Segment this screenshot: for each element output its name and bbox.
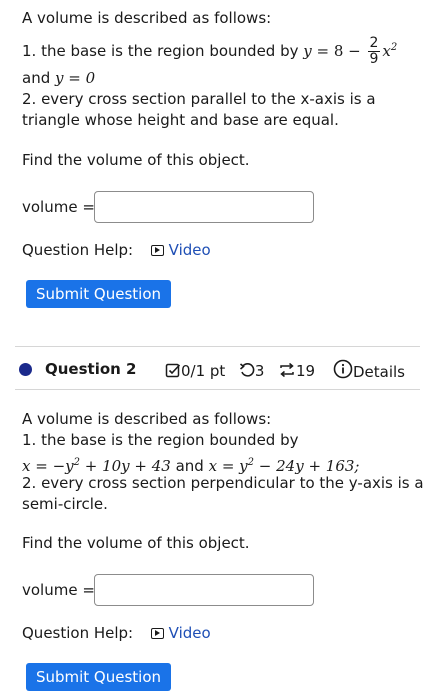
q2-item2-line2: semi-circle. xyxy=(22,495,108,513)
q2-details-label: Details xyxy=(353,363,406,381)
q2-video-label: Video xyxy=(168,624,211,642)
q1-item1-frac-num: 2 xyxy=(367,35,381,52)
q2-find-text: Find the volume of this object. xyxy=(22,534,250,552)
q1-find-text: Find the volume of this object. xyxy=(22,151,250,169)
q1-video-link[interactable]: Video xyxy=(150,241,211,259)
question-status-dot xyxy=(19,363,32,376)
q1-item1-prefix: 1. the base is the region bounded by xyxy=(22,42,304,60)
q1-intro: A volume is described as follows: xyxy=(22,9,272,27)
q2-question-help: Question Help: Video xyxy=(22,623,211,644)
q1-item1: 1. the base is the region bounded by y =… xyxy=(22,33,397,67)
q1-volume-label: volume = xyxy=(22,198,95,216)
q1-item1-line2: and y = 0 xyxy=(22,68,95,89)
q2-points: 0/1 pt xyxy=(181,362,226,380)
info-icon xyxy=(333,359,353,385)
video-play-icon xyxy=(150,628,164,639)
q1-volume-input[interactable] xyxy=(94,191,314,223)
q1-video-label: Video xyxy=(168,241,211,259)
q1-item2-line2: triangle whose height and base are equal… xyxy=(22,111,339,129)
divider-top xyxy=(15,346,420,347)
attempts-icon xyxy=(278,362,296,384)
retry-icon xyxy=(239,362,255,384)
q2-video-link[interactable]: Video xyxy=(150,624,211,642)
q2-help-label: Question Help: xyxy=(22,624,134,642)
q1-item1-math-c: x xyxy=(382,42,391,60)
q2-title: Question 2 xyxy=(45,360,137,378)
q1-item1-math-a: y xyxy=(303,42,312,60)
q1-help-label: Question Help: xyxy=(22,241,134,259)
q1-item1-frac-den: 9 xyxy=(369,51,379,67)
video-play-icon xyxy=(150,245,164,256)
q2-intro: A volume is described as follows: xyxy=(22,410,272,428)
q1-item1-math-b: = 8 − xyxy=(311,42,366,60)
q2-details-button[interactable]: Details xyxy=(333,359,405,385)
q1-item1-line2-text: and xyxy=(22,69,55,87)
q2-retries: 3 xyxy=(254,362,265,380)
q2-attempts: 19 xyxy=(295,362,316,380)
q2-volume-input[interactable] xyxy=(94,574,314,606)
q1-item2-line1: 2. every cross section parallel to the x… xyxy=(22,90,376,108)
q2-item1-line1: 1. the base is the region bounded by xyxy=(22,431,299,449)
q2-meta: 0/1 pt 3 19 xyxy=(165,360,315,384)
q1-item1-fraction: 29 xyxy=(367,35,381,67)
divider-bottom xyxy=(15,389,420,390)
q1-submit-button[interactable]: Submit Question xyxy=(26,280,171,308)
q1-question-help: Question Help: Video xyxy=(22,240,211,261)
q2-volume-label: volume = xyxy=(22,581,95,599)
q1-item1-line2-math: y = 0 xyxy=(55,69,96,87)
q1-item1-sup: 2 xyxy=(390,42,398,53)
q2-submit-button[interactable]: Submit Question xyxy=(26,663,171,691)
q2-item2-line1: 2. every cross section perpendicular to … xyxy=(22,474,424,492)
checkbox-pencil-icon xyxy=(165,362,181,384)
